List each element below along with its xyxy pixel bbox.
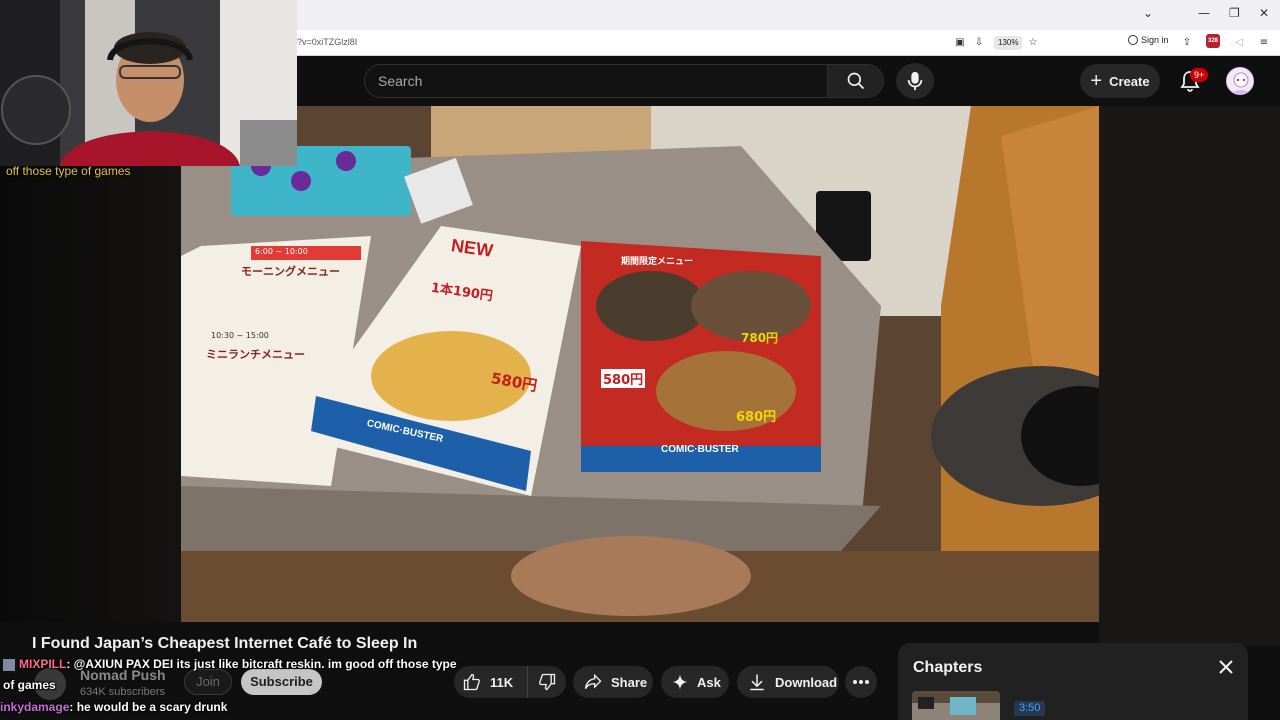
chapter-thumbnail[interactable] xyxy=(912,691,1000,720)
zoom-level[interactable]: 130% xyxy=(994,36,1023,50)
chat-text-continuation: of games xyxy=(3,678,56,692)
streamer-webcam xyxy=(0,0,297,166)
chat-message-1-continuation: of games xyxy=(3,678,56,692)
share-button[interactable]: Share xyxy=(573,666,653,698)
theater-left-background xyxy=(0,106,181,622)
left-menu-title-2: ミニランチメニュー xyxy=(206,348,305,361)
left-menu-title-1: モーニングメニュー xyxy=(241,265,340,278)
webcam-image xyxy=(0,0,297,166)
minimize-icon[interactable]: — xyxy=(1198,6,1210,20)
brand-text-2: COMIC·BUSTER xyxy=(661,444,739,455)
more-actions-button[interactable] xyxy=(845,666,877,698)
thumbs-down-icon xyxy=(539,673,556,691)
user-avatar[interactable] xyxy=(1226,67,1254,95)
close-icon[interactable] xyxy=(1216,657,1236,677)
maximize-icon[interactable]: ❐ xyxy=(1229,6,1240,20)
join-button[interactable]: Join xyxy=(184,669,232,695)
screen: ⌄ — ❐ ✕ ?v=0xiTZGlzl8I ▣ ⇩ 130% ☆ Sign i… xyxy=(0,0,1280,720)
subscriber-count: 634K subscribers xyxy=(80,686,165,698)
search-button[interactable] xyxy=(827,65,883,97)
video-title: I Found Japan’s Cheapest Internet Café t… xyxy=(32,635,418,652)
share-icon xyxy=(584,673,602,689)
search-input[interactable] xyxy=(365,65,829,97)
left-menu-time-1: 6:00 ~ 10:00 xyxy=(255,247,308,256)
chapters-panel: Chapters 3:50 xyxy=(898,643,1248,720)
account-icon xyxy=(1128,35,1138,45)
voice-search-button[interactable] xyxy=(896,63,934,99)
picture-in-picture-icon[interactable]: ▣ xyxy=(953,36,967,50)
dislike-button[interactable] xyxy=(528,666,566,698)
chat-text: : @AXIUN PAX DEI its just like bitcraft … xyxy=(66,657,457,671)
webcam-caption: off those type of games xyxy=(6,164,131,178)
price-text-3: 580円 xyxy=(601,369,646,388)
menu-icon[interactable]: ≡ xyxy=(1257,36,1271,50)
chat-message-2: inkydamage: he would be a scary drunk xyxy=(0,700,227,714)
menu-header-text: 期間限定メニュー xyxy=(621,257,694,267)
url-text[interactable]: ?v=0xiTZGlzl8I xyxy=(297,37,357,47)
search-box[interactable] xyxy=(364,64,884,98)
search-icon xyxy=(847,72,864,90)
bookmark-star-icon[interactable]: ☆ xyxy=(1026,36,1040,50)
chapter-timestamp[interactable]: 3:50 xyxy=(1014,701,1046,716)
chapters-title: Chapters xyxy=(913,659,983,676)
sign-in-label: Sign in xyxy=(1141,35,1169,45)
video-player[interactable]: NEW 1本190円 580円 580円 780円 680円 COMIC·BUS… xyxy=(181,106,1099,622)
thumbs-up-icon xyxy=(463,673,480,691)
chat-username: inkydamage xyxy=(0,700,70,714)
more-horizontal-icon xyxy=(853,680,869,684)
tab-list-chevron-icon[interactable]: ⌄ xyxy=(1143,6,1153,20)
create-label: Create xyxy=(1109,73,1150,89)
subscribe-button[interactable]: Subscribe xyxy=(241,669,322,695)
theater-right-background xyxy=(1099,106,1280,646)
microphone-icon xyxy=(907,71,923,91)
ask-label: Ask xyxy=(697,674,721,690)
video-frame xyxy=(181,106,1099,622)
price-text-5: 680円 xyxy=(736,410,777,425)
chat-username: MIXPILL xyxy=(19,657,67,671)
save-page-icon[interactable]: ⇩ xyxy=(972,36,986,50)
like-count: 11K xyxy=(490,674,514,690)
create-button[interactable]: + Create xyxy=(1080,64,1160,98)
speaker-icon[interactable]: ◁ xyxy=(1232,36,1246,50)
price-text-4: 780円 xyxy=(741,331,779,345)
extensions-icon[interactable]: ⇪ xyxy=(1180,36,1194,50)
ask-button[interactable]: Ask xyxy=(661,666,729,698)
sign-in-button[interactable]: Sign in xyxy=(1128,35,1169,45)
plus-icon: + xyxy=(1090,70,1103,92)
chat-message-1: MIXPILL: @AXIUN PAX DEI its just like bi… xyxy=(3,657,457,671)
like-dislike-group: 11K xyxy=(454,666,566,698)
download-icon xyxy=(750,674,764,691)
share-label: Share xyxy=(611,674,648,690)
chat-text: : he would be a scary drunk xyxy=(69,700,228,714)
sparkle-icon xyxy=(672,674,688,690)
close-window-icon[interactable]: ✕ xyxy=(1259,6,1269,20)
download-label: Download xyxy=(775,674,838,690)
left-menu-time-2: 10:30 ~ 15:00 xyxy=(211,331,269,340)
extension-badge[interactable]: 328 xyxy=(1206,34,1220,48)
notification-count-badge: 9+ xyxy=(1190,68,1209,82)
chat-badge-icon xyxy=(3,658,15,671)
like-button[interactable]: 11K xyxy=(454,666,528,698)
chapter-thumbnail-image xyxy=(912,691,1000,720)
download-button[interactable]: Download xyxy=(737,666,839,698)
